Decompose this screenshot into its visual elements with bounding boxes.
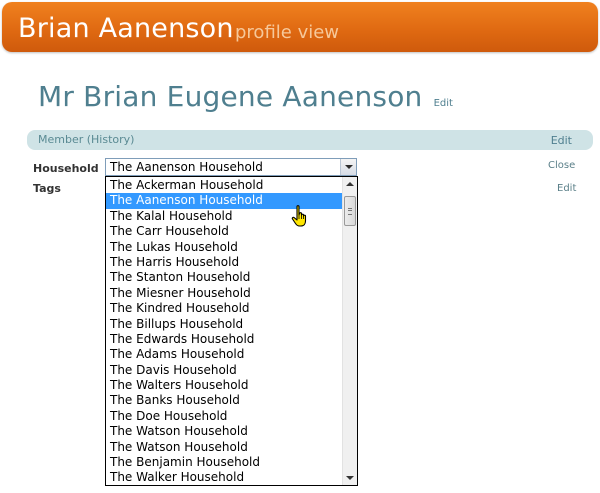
scroll-thumb[interactable] xyxy=(344,196,356,226)
member-edit-link[interactable]: Edit xyxy=(551,134,572,148)
banner-subtitle: profile view xyxy=(235,22,340,43)
member-history-label[interactable]: Member (History) xyxy=(38,133,134,147)
chevron-down-icon[interactable] xyxy=(340,159,356,175)
dropdown-option[interactable]: The Doe Household xyxy=(106,409,342,424)
dropdown-option[interactable]: The Lukas Household xyxy=(106,240,342,255)
tags-edit-link[interactable]: Edit xyxy=(557,182,576,195)
dropdown-option[interactable]: The Billups Household xyxy=(106,317,342,332)
scroll-up-arrow-icon[interactable] xyxy=(343,177,357,192)
dropdown-scrollbar[interactable] xyxy=(342,177,357,485)
header-banner: Brian Aanenson profile view xyxy=(2,2,598,52)
dropdown-option[interactable]: The Benjamin Household xyxy=(106,455,342,470)
household-close-link[interactable]: Close xyxy=(548,159,575,172)
household-label: Household xyxy=(33,162,99,175)
dropdown-option[interactable]: The Walters Household xyxy=(106,378,342,393)
hand-pointer-icon xyxy=(291,205,307,227)
dropdown-option[interactable]: The Edwards Household xyxy=(106,332,342,347)
dropdown-option[interactable]: The Davis Household xyxy=(106,363,342,378)
member-section-bar: Member (History) Edit xyxy=(27,130,593,150)
tags-label: Tags xyxy=(33,182,61,195)
dropdown-option[interactable]: The Kindred Household xyxy=(106,301,342,316)
banner-name: Brian Aanenson xyxy=(18,13,234,44)
title-edit-link[interactable]: Edit xyxy=(434,98,453,109)
page-title: Mr Brian Eugene Aanenson xyxy=(38,80,423,113)
dropdown-option[interactable]: The Walker Household xyxy=(106,470,342,485)
household-select[interactable]: The Aanenson Household xyxy=(105,158,357,176)
dropdown-option[interactable]: The Stanton Household xyxy=(106,270,342,285)
dropdown-option[interactable]: The Ackerman Household xyxy=(106,178,342,193)
dropdown-option[interactable]: The Watson Household xyxy=(106,440,342,455)
dropdown-option[interactable]: The Adams Household xyxy=(106,347,342,362)
household-dropdown-list[interactable]: The Ackerman Household The Aanenson House… xyxy=(105,176,358,486)
household-select-value: The Aanenson Household xyxy=(110,160,263,174)
scroll-down-arrow-icon[interactable] xyxy=(343,470,357,485)
dropdown-option[interactable]: The Miesner Household xyxy=(106,286,342,301)
dropdown-option[interactable]: The Harris Household xyxy=(106,255,342,270)
dropdown-option[interactable]: The Watson Household xyxy=(106,424,342,439)
page-title-row: Mr Brian Eugene Aanenson Edit xyxy=(38,80,453,114)
dropdown-option[interactable]: The Banks Household xyxy=(106,393,342,408)
